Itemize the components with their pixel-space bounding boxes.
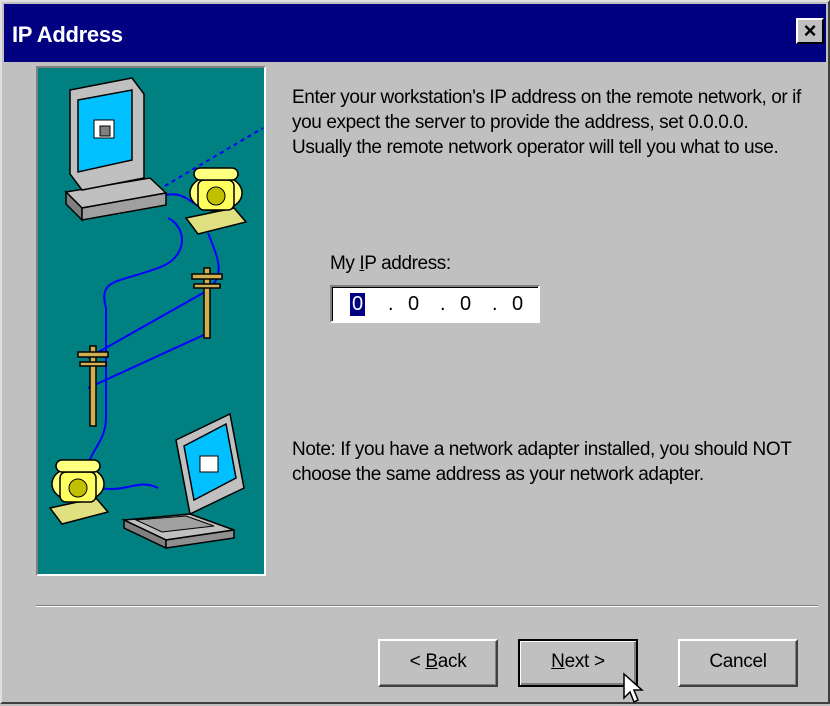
ip-separator: . <box>388 293 394 315</box>
cancel-button[interactable]: Cancel <box>678 639 798 687</box>
ip-separator: . <box>492 293 498 315</box>
ip-octet-3[interactable]: 0 <box>460 293 471 316</box>
next-button[interactable]: Next > <box>518 639 638 687</box>
title-bar[interactable]: IP Address × <box>4 4 826 62</box>
ip-octet-1[interactable]: 0 <box>350 293 366 316</box>
ip-octet-2[interactable]: 0 <box>408 293 419 316</box>
utility-pole-icon <box>77 267 223 427</box>
ip-address-field[interactable]: 0 . 0 . 0 . 0 <box>330 285 540 323</box>
note-text: Note: If you have a network adapter inst… <box>292 439 792 485</box>
arrow-cursor-icon <box>623 672 644 704</box>
close-icon: × <box>803 18 817 43</box>
ip-address-dialog: IP Address × Enter your workstation's IP… <box>0 0 830 704</box>
network-illustration <box>36 66 266 576</box>
computer-icon <box>64 77 168 222</box>
intro-text: Enter your workstation's IP address on t… <box>292 87 801 158</box>
laptop-icon <box>121 412 245 550</box>
ip-address-label: My IP address: <box>330 253 451 274</box>
close-button[interactable]: × <box>796 18 824 44</box>
back-button[interactable]: < Back <box>378 639 498 687</box>
telephone-icon <box>48 459 110 525</box>
divider <box>36 605 818 607</box>
dialog-title: IP Address <box>12 22 123 47</box>
ip-octet-4[interactable]: 0 <box>512 293 523 316</box>
ip-separator: . <box>440 293 446 315</box>
telephone-icon <box>184 167 248 235</box>
